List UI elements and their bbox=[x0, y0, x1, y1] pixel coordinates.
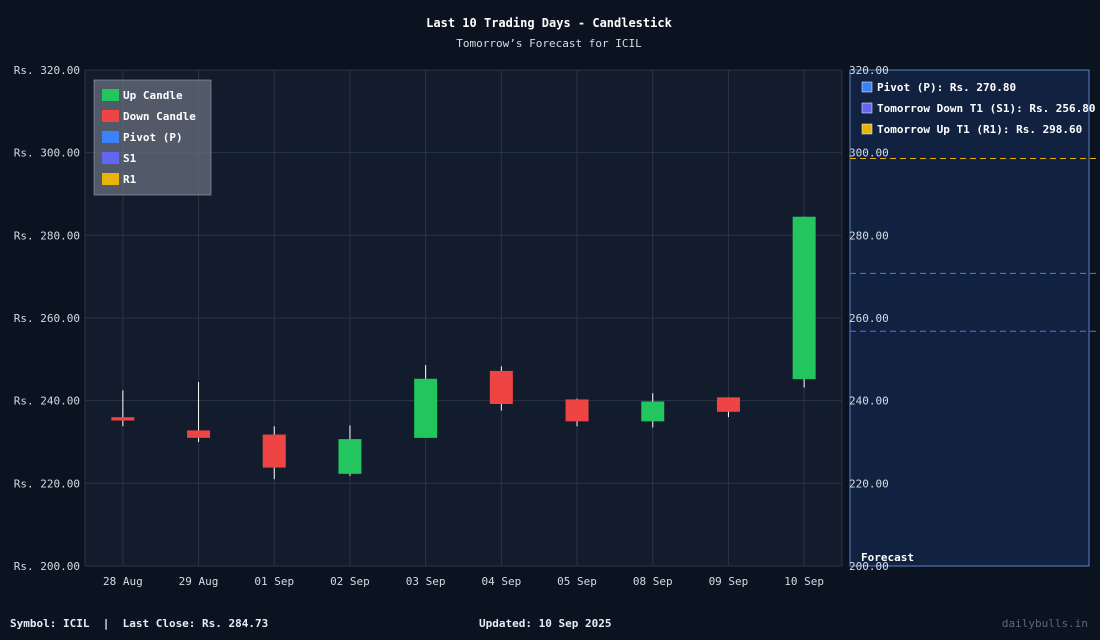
footer-updated: Updated: 10 Sep 2025 bbox=[479, 617, 612, 630]
forecast-legend-swatch bbox=[861, 102, 873, 114]
legend-swatch bbox=[102, 110, 119, 122]
x-tick-label: 08 Sep bbox=[633, 575, 673, 588]
legend-label: Up Candle bbox=[123, 89, 183, 102]
legend-label: Pivot (P) bbox=[123, 131, 183, 144]
candle-body-down bbox=[111, 417, 135, 421]
y-tick-label: Rs. 300.00 bbox=[14, 147, 80, 160]
candlestick-chart: Last 10 Trading Days - Candlestick Tomor… bbox=[14, 16, 1099, 588]
y-tick-label: Rs. 320.00 bbox=[14, 64, 80, 77]
candle-body-down bbox=[716, 397, 740, 412]
forecast-legend-swatch bbox=[861, 81, 873, 93]
y-tick-label: Rs. 280.00 bbox=[14, 229, 80, 242]
y-tick-label-right: 260.00 bbox=[849, 312, 889, 325]
x-tick-label: 04 Sep bbox=[481, 575, 521, 588]
y-tick-label-right: 220.00 bbox=[849, 477, 889, 490]
legend-label: Down Candle bbox=[123, 110, 196, 123]
y-tick-label: Rs. 200.00 bbox=[14, 560, 80, 573]
footer-symbol: Symbol: ICIL | Last Close: Rs. 284.73 bbox=[10, 617, 269, 630]
x-tick-label: 05 Sep bbox=[557, 575, 597, 588]
y-tick-label-right: 300.00 bbox=[849, 147, 889, 160]
x-tick-label: 02 Sep bbox=[330, 575, 370, 588]
legend-swatch bbox=[102, 152, 119, 164]
forecast-legend-swatch bbox=[861, 123, 873, 135]
candle-body-down bbox=[489, 370, 513, 404]
chart-stage: Last 10 Trading Days - Candlestick Tomor… bbox=[0, 0, 1100, 640]
legend-label: S1 bbox=[123, 152, 137, 165]
footer-brand: dailybulls.in bbox=[1001, 617, 1088, 630]
x-tick-label: 10 Sep bbox=[784, 575, 824, 588]
forecast-label: Forecast bbox=[861, 551, 914, 564]
y-tick-label-right: 280.00 bbox=[849, 229, 889, 242]
forecast-legend-label: Pivot (P): Rs. 270.80 bbox=[877, 81, 1016, 94]
candle-body-down bbox=[565, 399, 589, 422]
chart-title: Last 10 Trading Days - Candlestick bbox=[426, 16, 672, 30]
legend-label: R1 bbox=[123, 173, 137, 186]
legend-swatch bbox=[102, 131, 119, 143]
forecast-legend-label: Tomorrow Up T1 (R1): Rs. 298.60 bbox=[877, 123, 1082, 136]
candle-body-down bbox=[187, 430, 211, 438]
y-tick-label: Rs. 220.00 bbox=[14, 477, 80, 490]
legend-swatch bbox=[102, 173, 119, 185]
y-tick-label-right: 320.00 bbox=[849, 64, 889, 77]
candle-body-down bbox=[262, 434, 286, 468]
x-tick-label: 03 Sep bbox=[406, 575, 446, 588]
chart-legend: Up Candle Down Candle Pivot (P) S1 R1 bbox=[93, 79, 212, 196]
candle-body-up bbox=[414, 378, 438, 438]
x-tick-label: 09 Sep bbox=[709, 575, 749, 588]
candle-body-up bbox=[338, 439, 362, 474]
y-tick-label: Rs. 240.00 bbox=[14, 395, 80, 408]
candle-body-up bbox=[641, 401, 665, 422]
x-tick-label: 29 Aug bbox=[179, 575, 219, 588]
forecast-legend-label: Tomorrow Down T1 (S1): Rs. 256.80 bbox=[877, 102, 1096, 115]
legend-swatch bbox=[102, 89, 119, 101]
candle-body-up bbox=[792, 216, 816, 380]
y-tick-label-right: 240.00 bbox=[849, 395, 889, 408]
chart-subtitle: Tomorrow’s Forecast for ICIL bbox=[456, 37, 642, 50]
x-tick-label: 01 Sep bbox=[254, 575, 294, 588]
y-tick-label: Rs. 260.00 bbox=[14, 312, 80, 325]
x-tick-label: 28 Aug bbox=[103, 575, 143, 588]
